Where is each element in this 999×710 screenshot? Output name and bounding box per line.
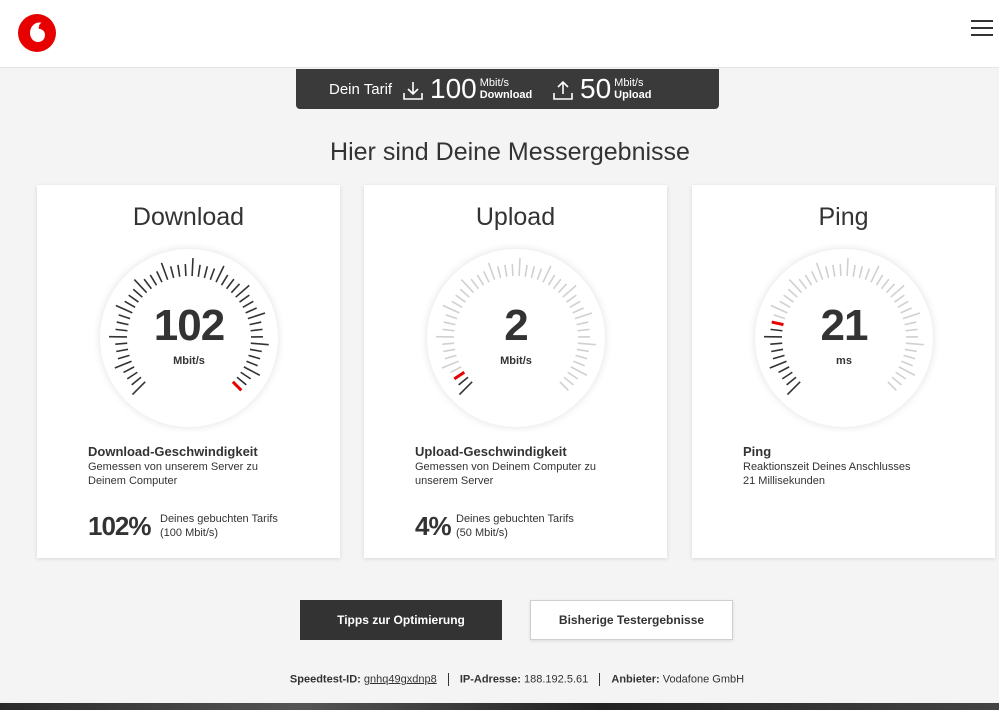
gauge-tick [846,258,849,277]
gauge-unit: ms [836,355,852,367]
download-card: Download 102 Mbit/s Download-Geschwindig… [37,185,340,558]
upload-gauge: 2 Mbit/s [421,243,611,433]
gauge-value: 2 [504,301,528,350]
card-heading: Ping [743,444,772,459]
card-title: Ping [818,203,869,231]
tarif-upload-unit: Mbit/s [614,77,644,89]
ip-label: IP-Adresse: [459,673,521,686]
header [0,0,999,68]
tips-button[interactable]: Tipps zur Optimierung [300,600,502,640]
vodafone-logo-icon[interactable] [18,14,56,52]
gauge-tick [518,258,521,277]
tariff-percentage: 4% [415,511,452,541]
gauge-unit: Mbit/s [500,355,532,367]
gauge-tick [511,264,514,277]
ping-card: Ping 21 ms Ping Reaktionszeit Deines Ans… [692,185,995,558]
card-description: Reaktionszeit Deines Anschlusses 21 Mill… [743,461,911,487]
tarif-bar: Dein Tarif 100 Mbit/s Download 50 Mbit/s… [296,69,719,109]
upload-card: Upload 2 Mbit/s Upload-Geschwindigkeit G… [364,185,667,558]
download-icon [403,82,423,100]
gauge-unit: Mbit/s [173,355,205,367]
speedtest-id-value[interactable]: gnhq49gxdnp8 [364,673,437,685]
ping-gauge: 21 ms [749,243,939,433]
provider-label: Anbieter: [611,673,660,686]
tarif-upload-label: Upload [614,89,652,101]
tarif-download-unit: Mbit/s [479,77,510,89]
tariff-percentage-line2: (50 Mbit/s) [456,527,508,539]
tariff-percentage-description: Deines gebuchten Tarifs (50 Mbit/s) [456,512,616,540]
gauge-tick [184,264,187,277]
tarif-download-label: Download [479,89,533,101]
card-title: Upload [475,203,556,231]
gauge-value: 102 [153,301,225,350]
gauge-value: 21 [820,301,869,350]
tariff-percentage: 102% [88,511,151,541]
provider-value: Vodafone GmbH [662,673,745,686]
divider [447,673,449,686]
background-image-strip [0,703,999,710]
card-title: Download [132,203,245,231]
tariff-percentage-line1: Deines gebuchten Tarifs [160,513,278,525]
speedtest-id-label: Speedtest-ID: [289,673,361,686]
card-description: Gemessen von Deinem Computer zu unserem … [415,461,596,487]
tariff-percentage-description: Deines gebuchten Tarifs (100 Mbit/s) [160,512,320,540]
card-description: Gemessen von unserem Server zu Deinem Co… [88,461,258,487]
footer-info: Speedtest-ID: gnhq49gxdnp8 IP-Adresse: 1… [0,673,999,686]
card-heading: Download-Geschwindigkeit [88,444,258,459]
tarif-upload-value: 50 [580,73,612,104]
download-gauge: 102 Mbit/s [94,243,284,433]
history-button[interactable]: Bisherige Testergebnisse [530,600,733,640]
gauge-tick [839,264,842,277]
tarif-download-value: 100 [430,73,477,104]
page-title: Hier sind Deine Messergebnisse [330,138,690,166]
tariff-percentage-line2: (100 Mbit/s) [160,527,219,539]
card-heading: Upload-Geschwindigkeit [415,444,567,459]
tariff-percentage-line1: Deines gebuchten Tarifs [456,513,574,525]
divider [599,673,601,686]
tarif-upload: 50 Mbit/s Upload [552,73,651,105]
hamburger-menu-icon[interactable] [971,20,993,40]
upload-icon [553,80,573,100]
tarif-label: Dein Tarif [329,81,393,98]
tarif-download: 100 Mbit/s Download [402,73,532,105]
ip-value: 188.192.5.61 [524,673,589,686]
gauge-tick [191,258,194,277]
